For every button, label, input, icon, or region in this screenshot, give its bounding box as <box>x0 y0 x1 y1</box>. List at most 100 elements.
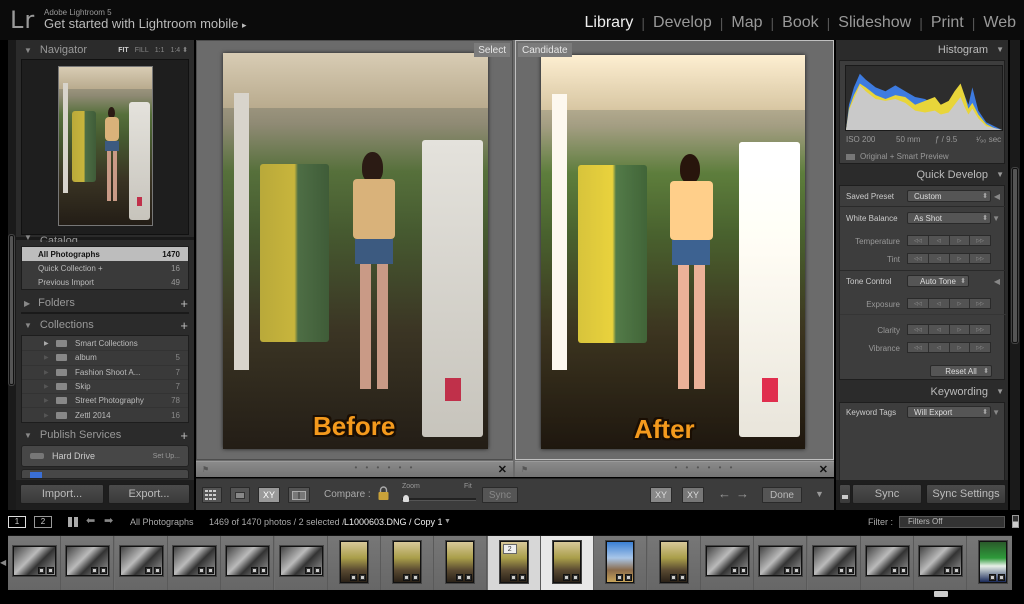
reset-all-button[interactable]: Reset All <box>930 365 992 377</box>
decrease-large-button[interactable]: ◁◁ <box>908 254 929 263</box>
filmstrip-cell[interactable] <box>594 536 648 590</box>
collapse-triangle-icon[interactable]: ▼ <box>992 408 1000 417</box>
sync-zoom-button[interactable]: Sync <box>482 487 518 503</box>
filmstrip-thumbnail[interactable] <box>13 546 56 576</box>
increase-small-button[interactable]: ▷ <box>949 299 971 308</box>
increase-large-button[interactable]: ▷▷ <box>970 325 990 334</box>
decrease-small-button[interactable]: ◁ <box>928 254 950 263</box>
next-arrow-icon[interactable]: → <box>736 486 749 501</box>
smart-preview-status[interactable]: Original + Smart Preview <box>846 152 949 161</box>
add-collection-icon[interactable]: + <box>180 318 188 333</box>
filter-lock-toggle[interactable] <box>1012 515 1019 528</box>
increase-small-button[interactable]: ▷ <box>949 236 971 245</box>
decrease-large-button[interactable]: ◁◁ <box>908 325 929 334</box>
filmstrip-cell[interactable] <box>541 536 594 590</box>
grid-icon[interactable] <box>68 517 78 527</box>
scrollbar-thumb[interactable] <box>9 235 14 385</box>
filmstrip-cell[interactable] <box>221 536 275 590</box>
filmstrip-thumbnail[interactable] <box>119 546 163 576</box>
collection-item[interactable]: ▶ Smart Collections <box>22 336 188 350</box>
candidate-photo[interactable] <box>541 55 805 449</box>
module-slideshow[interactable]: Slideshow <box>830 14 919 32</box>
filmstrip-thumbnail[interactable] <box>705 546 749 576</box>
make-select-button[interactable]: XY <box>682 487 704 503</box>
disclosure-triangle-icon[interactable]: ▶ <box>44 354 56 361</box>
increase-large-button[interactable]: ▷▷ <box>970 236 990 245</box>
filmstrip-thumbnail[interactable] <box>553 541 581 583</box>
rating-dots[interactable]: • • • • • • <box>355 463 416 472</box>
collapse-triangle-icon[interactable]: ▼ <box>992 214 1000 223</box>
sync-button[interactable]: Sync <box>852 484 922 504</box>
filmstrip-scrollbar-thumb[interactable] <box>934 591 948 597</box>
filmstrip-cell[interactable] <box>434 536 488 590</box>
navigator-zoom-1-4[interactable]: 1:4 <box>170 47 180 54</box>
export-button[interactable]: Export... <box>108 484 190 504</box>
filmstrip-thumbnail[interactable] <box>393 541 422 583</box>
back-arrow-icon[interactable]: ⬅ <box>86 514 95 527</box>
survey-view-button[interactable] <box>288 487 310 503</box>
filmstrip-cell[interactable] <box>274 536 328 590</box>
filmstrip-thumbnail[interactable] <box>865 546 909 576</box>
previous-arrow-icon[interactable]: ← <box>718 486 731 501</box>
compare-view-button[interactable]: XY <box>258 487 280 503</box>
import-button[interactable]: Import... <box>20 484 104 504</box>
disclosure-triangle-icon[interactable]: ▶ <box>44 383 56 390</box>
temperature-steppers[interactable]: ◁◁ ◁ ▷ ▷▷ <box>907 235 991 246</box>
catalog-item[interactable]: All Photographs 1470 <box>22 247 188 261</box>
close-icon[interactable]: ✕ <box>498 463 507 476</box>
swap-button[interactable]: XY <box>650 487 672 503</box>
disclosure-triangle-icon[interactable]: ▶ <box>44 369 56 376</box>
filmstrip-cell[interactable] <box>700 536 754 590</box>
select-photo[interactable] <box>223 53 488 449</box>
collection-item[interactable]: ▶ Skip 7 <box>22 378 188 393</box>
mobile-link[interactable]: Get started with Lightroom mobile ▸ <box>44 16 247 31</box>
filmstrip-scroll-left-icon[interactable]: ◀ <box>0 558 6 567</box>
decrease-small-button[interactable]: ◁ <box>928 299 950 308</box>
expand-triangle-icon[interactable]: ◀ <box>994 277 1000 286</box>
close-icon[interactable]: ✕ <box>819 463 828 476</box>
filmstrip-thumbnail[interactable] <box>979 541 1008 583</box>
catalog-item[interactable]: Previous Import 49 <box>22 275 188 289</box>
increase-large-button[interactable]: ▷▷ <box>970 299 990 308</box>
filmstrip-thumbnail[interactable] <box>446 541 475 583</box>
zoom-slider[interactable] <box>402 498 476 501</box>
forward-arrow-icon[interactable]: ➡ <box>104 514 113 527</box>
histogram-header[interactable]: Histogram ▼ <box>836 41 1008 59</box>
primary-window-button[interactable]: 1 <box>8 516 26 528</box>
expand-triangle-icon[interactable]: ◀ <box>994 192 1000 201</box>
collection-item[interactable]: ▶ album 5 <box>22 350 188 364</box>
navigator-header[interactable]: ▼ Navigator FIT FILL 1:1 1:4 ⬍ <box>16 41 194 59</box>
exposure-steppers[interactable]: ◁◁ ◁ ▷ ▷▷ <box>907 298 991 309</box>
source-label[interactable]: All Photographs <box>130 517 194 527</box>
filmstrip-thumbnail[interactable] <box>226 546 270 576</box>
done-button[interactable]: Done <box>762 487 802 503</box>
filmstrip-cell[interactable] <box>8 536 61 590</box>
filmstrip-cell[interactable] <box>860 536 914 590</box>
increase-large-button[interactable]: ▷▷ <box>970 254 990 263</box>
saved-preset-select[interactable]: Custom <box>907 190 991 202</box>
collection-item[interactable]: ▶ Street Photography 78 <box>22 393 188 407</box>
disclosure-triangle-icon[interactable]: ▶ <box>44 397 56 404</box>
filmstrip-thumbnail[interactable] <box>812 546 856 576</box>
flag-icon[interactable]: ⚑ <box>521 465 528 474</box>
lock-icon[interactable] <box>378 486 389 500</box>
dropdown-arrow-icon[interactable]: ▼ <box>444 518 451 525</box>
decrease-small-button[interactable]: ◁ <box>928 325 950 334</box>
navigator-image[interactable] <box>58 66 153 226</box>
select-pane[interactable]: Select Before <box>196 40 513 460</box>
increase-small-button[interactable]: ▷ <box>949 343 971 352</box>
collection-item[interactable]: ▶ Zettl 2014 16 <box>22 407 188 421</box>
grid-view-button[interactable] <box>202 487 222 503</box>
filmstrip-cell[interactable] <box>754 536 808 590</box>
collections-header[interactable]: ▼ Collections + <box>16 316 194 334</box>
zoom-slider-handle[interactable] <box>403 495 409 502</box>
candidate-pane[interactable]: Candidate After <box>515 40 834 460</box>
tint-steppers[interactable]: ◁◁ ◁ ▷ ▷▷ <box>907 253 991 264</box>
navigator-zoom-fit[interactable]: FIT <box>118 47 129 54</box>
decrease-large-button[interactable]: ◁◁ <box>908 343 929 352</box>
filmstrip-cell[interactable] <box>167 536 221 590</box>
decrease-large-button[interactable]: ◁◁ <box>908 299 929 308</box>
keywording-header[interactable]: Keywording ▼ <box>836 383 1008 401</box>
decrease-small-button[interactable]: ◁ <box>928 236 950 245</box>
filmstrip-cell[interactable] <box>647 536 701 590</box>
